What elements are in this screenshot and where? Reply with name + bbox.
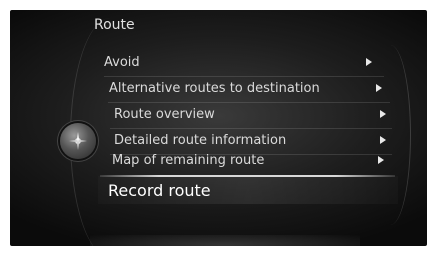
menu-item-label: Route overview [114,107,215,122]
menu-item-alternative-routes[interactable]: Alternative routes to destination [109,76,382,101]
submenu-arrow-icon [380,136,386,144]
submenu-arrow-icon [378,156,384,164]
submenu-arrow-icon [380,110,386,118]
navigation-screen: Route Avoid Alternative routes to destin… [10,10,427,246]
submenu-arrow-icon [376,84,382,92]
bottom-glow [90,235,360,246]
menu-item-label: Detailed route information [114,133,287,148]
menu-item-avoid[interactable]: Avoid [104,50,372,75]
navigation-compass-icon [60,123,96,159]
menu-item-record-route[interactable]: Record route [108,176,388,204]
menu-item-label: Map of remaining route [112,153,265,168]
page-title: Route [94,17,135,33]
menu-item-label: Alternative routes to destination [109,81,320,96]
menu-item-label: Avoid [104,55,140,70]
menu-item-map-of-remaining-route[interactable]: Map of remaining route [112,148,384,173]
menu-item-label: Record route [108,180,211,200]
menu-item-route-overview[interactable]: Route overview [114,102,386,127]
submenu-arrow-icon [366,58,372,66]
